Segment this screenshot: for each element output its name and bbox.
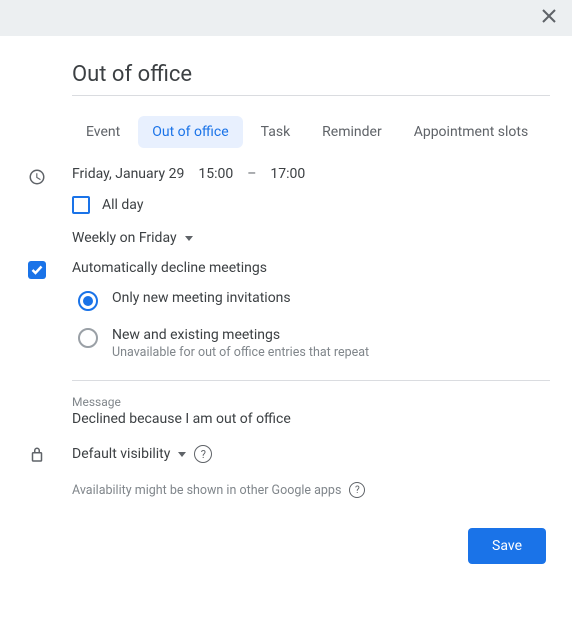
radio-new-and-existing-label: New and existing meetings <box>112 327 369 343</box>
tab-out-of-office[interactable]: Out of office <box>138 116 242 148</box>
tab-task[interactable]: Task <box>247 116 305 148</box>
recurrence-label: Weekly on Friday <box>72 230 177 246</box>
page-title: Out of office <box>72 62 550 93</box>
divider <box>72 380 550 381</box>
tab-reminder[interactable]: Reminder <box>308 116 396 148</box>
visibility-label: Default visibility <box>72 446 170 462</box>
visibility-dropdown[interactable]: Default visibility <box>72 446 186 462</box>
end-time-field[interactable]: 17:00 <box>270 166 305 182</box>
close-icon[interactable] <box>540 7 558 29</box>
radio-new-and-existing-sub: Unavailable for out of office entries th… <box>112 345 369 360</box>
chevron-down-icon <box>178 452 186 457</box>
radio-only-new[interactable] <box>78 291 98 311</box>
help-icon[interactable]: ? <box>194 445 212 463</box>
start-time-field[interactable]: 15:00 <box>198 166 233 182</box>
tab-event[interactable]: Event <box>72 116 134 148</box>
auto-decline-label: Automatically decline meetings <box>72 260 550 276</box>
recurrence-dropdown[interactable]: Weekly on Friday <box>72 230 550 246</box>
save-button[interactable]: Save <box>468 528 546 564</box>
availability-note: Availability might be shown in other Goo… <box>72 483 341 498</box>
chevron-down-icon <box>185 236 193 241</box>
lock-icon <box>28 446 46 468</box>
all-day-label: All day <box>102 197 143 213</box>
all-day-checkbox[interactable] <box>72 196 90 214</box>
radio-new-and-existing[interactable] <box>78 328 98 348</box>
event-type-tabs: Event Out of office Task Reminder Appoin… <box>72 116 550 148</box>
date-field[interactable]: Friday, January 29 <box>72 166 184 182</box>
tab-appointment-slots[interactable]: Appointment slots <box>400 116 542 148</box>
message-label: Message <box>72 395 550 409</box>
time-separator: – <box>247 166 256 182</box>
auto-decline-checkbox[interactable] <box>28 261 46 279</box>
decline-message-field[interactable]: Declined because I am out of office <box>72 411 550 427</box>
help-icon[interactable]: ? <box>349 482 365 498</box>
clock-icon <box>28 168 46 190</box>
radio-only-new-label: Only new meeting invitations <box>112 290 291 306</box>
